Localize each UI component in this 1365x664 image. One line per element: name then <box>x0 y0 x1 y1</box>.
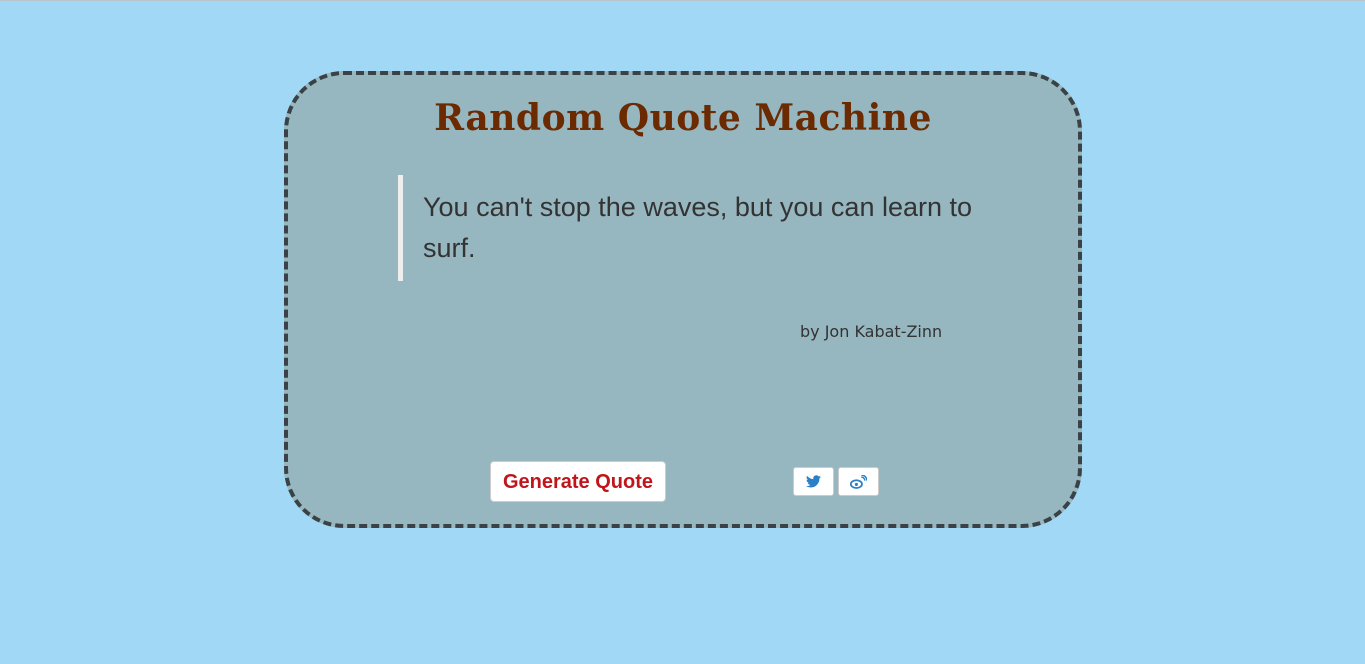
quote-text: You can't stop the waves, but you can le… <box>398 175 983 281</box>
page-title: Random Quote Machine <box>434 97 932 139</box>
generate-quote-button[interactable]: Generate Quote <box>490 461 666 502</box>
tweet-button[interactable] <box>793 467 834 496</box>
quote-card: Random Quote Machine You can't stop the … <box>284 71 1082 528</box>
weibo-share-button[interactable] <box>838 467 879 496</box>
quote-author: by Jon Kabat-Zinn <box>800 322 943 341</box>
twitter-icon <box>806 475 821 488</box>
weibo-icon <box>850 474 867 489</box>
